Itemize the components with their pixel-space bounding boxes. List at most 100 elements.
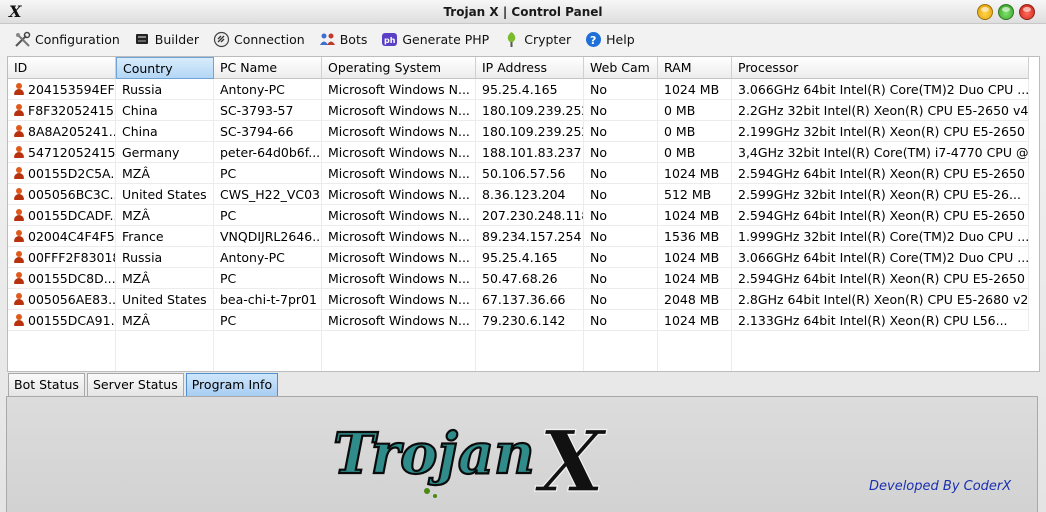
cell-web-cam: No xyxy=(584,226,658,247)
cell-ip-address: 8.36.123.204 xyxy=(476,184,584,205)
menu-configuration[interactable]: Configuration xyxy=(12,27,128,51)
bots-grid[interactable]: ID Country PC Name Operating System IP Addre… xyxy=(7,56,1040,372)
cell-ram: 1024 MB xyxy=(658,163,732,184)
column-header-country[interactable]: Country xyxy=(116,57,214,79)
cell-processor: 2.199GHz 32bit Intel(R) Xeon(R) CPU E5-2… xyxy=(732,121,1029,142)
cell-processor: 2.2GHz 32bit Intel(R) Xeon(R) CPU E5-265… xyxy=(732,100,1029,121)
cell-ip-address: 180.109.239.252 xyxy=(476,100,584,121)
cell-country: MZÂ xyxy=(116,205,214,226)
minimize-button[interactable] xyxy=(977,4,993,20)
cell-id-text: 005056AE83... xyxy=(28,292,116,307)
cell-id-text: 204153594EFF xyxy=(28,82,116,97)
cell-id: 005056BC3C... xyxy=(8,184,116,205)
cell-ram: 0 MB xyxy=(658,121,732,142)
cell-country: United States xyxy=(116,184,214,205)
table-row[interactable]: 00FFF2F83018 Russia Antony-PC Microsoft Win… xyxy=(8,247,1039,268)
trojan-x-logo: Trojan X xyxy=(332,411,608,503)
table-row[interactable]: 00155DCA91... MZÂ PC Microsoft Windows N...… xyxy=(8,310,1039,331)
cell-operating-system: Microsoft Windows N... xyxy=(322,310,476,331)
developer-credit: Developed By CoderX xyxy=(869,479,1012,494)
cell-processor: 2.594GHz 64bit Intel(R) Xeon(R) CPU E5-2… xyxy=(732,205,1029,226)
menu-bar: Configuration Builder Connection Bots ph… xyxy=(0,25,1046,53)
menu-bots-label: Bots xyxy=(339,31,368,47)
table-row[interactable]: 00155DC8D... MZÂ PC Microsoft Windows N... 5… xyxy=(8,268,1039,289)
menu-crypter[interactable]: Crypter xyxy=(501,27,579,51)
cell-id-text: 547120524153 xyxy=(28,145,116,160)
table-row[interactable]: F8F320524153 China SC-3793-57 Microsoft Win… xyxy=(8,100,1039,121)
cell-ram: 1024 MB xyxy=(658,79,732,100)
cell-id: 00155DCA91... xyxy=(8,310,116,331)
cell-ram: 1024 MB xyxy=(658,247,732,268)
bots-icon xyxy=(319,31,336,48)
column-header-pc-name[interactable]: PC Name xyxy=(214,57,322,79)
bot-user-icon xyxy=(14,104,24,116)
cell-ip-address: 67.137.36.66 xyxy=(476,289,584,310)
cell-ram: 0 MB xyxy=(658,142,732,163)
column-header-operating-system[interactable]: Operating System xyxy=(322,57,476,79)
menu-help-label: Help xyxy=(606,31,635,47)
cell-operating-system: Microsoft Windows N... xyxy=(322,268,476,289)
column-header-web-cam[interactable]: Web Cam xyxy=(584,57,658,79)
svg-text:?: ? xyxy=(590,34,596,47)
cell-operating-system: Microsoft Windows N... xyxy=(322,100,476,121)
tab-server-status[interactable]: Server Status xyxy=(86,373,184,396)
table-row[interactable]: 02004C4F4F50 France VNQDIJRL2646... Microso… xyxy=(8,226,1039,247)
menu-configuration-label: Configuration xyxy=(35,31,120,47)
menu-generate-php[interactable]: ph Generate PHP xyxy=(379,27,497,51)
column-header-ip-address[interactable]: IP Address xyxy=(476,57,584,79)
cell-operating-system: Microsoft Windows N... xyxy=(322,205,476,226)
maximize-button[interactable] xyxy=(998,4,1014,20)
cell-processor: 2.594GHz 64bit Intel(R) Xeon(R) CPU E5-2… xyxy=(732,163,1029,184)
crypter-icon xyxy=(503,31,520,48)
cell-id: 204153594EFF xyxy=(8,79,116,100)
menu-help[interactable]: ? Help xyxy=(583,27,643,51)
cell-country: France xyxy=(116,226,214,247)
cell-web-cam: No xyxy=(584,247,658,268)
menu-crypter-label: Crypter xyxy=(524,31,572,47)
cell-ip-address: 95.25.4.165 xyxy=(476,247,584,268)
table-row[interactable]: 8A8A205241... China SC-3794-66 Microsoft Wi… xyxy=(8,121,1039,142)
cell-ram: 1024 MB xyxy=(658,205,732,226)
menu-builder[interactable]: Builder xyxy=(132,27,207,51)
cell-ip-address: 50.47.68.26 xyxy=(476,268,584,289)
cell-pc-name: PC xyxy=(214,268,322,289)
table-row[interactable]: 005056AE83... United States bea-chi-t-7pr0… xyxy=(8,289,1039,310)
close-button[interactable] xyxy=(1019,4,1035,20)
table-row[interactable]: 204153594EFF Russia Antony-PC Microsoft Win… xyxy=(8,79,1039,100)
bot-user-icon xyxy=(14,167,24,179)
cell-ram: 512 MB xyxy=(658,184,732,205)
tab-bot-status[interactable]: Bot Status xyxy=(8,373,85,396)
cell-id-text: 00FFF2F83018 xyxy=(28,250,116,265)
cell-country: MZÂ xyxy=(116,163,214,184)
cell-operating-system: Microsoft Windows N... xyxy=(322,121,476,142)
cell-country: China xyxy=(116,100,214,121)
tab-strip: Bot Status Server Status Program Info xyxy=(8,373,280,397)
cell-processor: 3,4GHz 32bit Intel(R) Core(TM) i7-4770 C… xyxy=(732,142,1029,163)
bot-user-icon xyxy=(14,125,24,137)
cell-id: 547120524153 xyxy=(8,142,116,163)
cell-id-text: 02004C4F4F50 xyxy=(28,229,116,244)
cell-web-cam: No xyxy=(584,184,658,205)
cell-id: 02004C4F4F50 xyxy=(8,226,116,247)
menu-builder-label: Builder xyxy=(154,31,199,47)
table-row[interactable]: 00155DCADF... MZÂ PC Microsoft Windows N...… xyxy=(8,205,1039,226)
cell-web-cam: No xyxy=(584,268,658,289)
cell-processor: 3.066GHz 64bit Intel(R) Core(TM)2 Duo CP… xyxy=(732,79,1029,100)
main-window: X Trojan X | Control Panel Configuration… xyxy=(0,0,1046,512)
column-header-processor[interactable]: Processor xyxy=(732,57,1029,79)
menu-bots[interactable]: Bots xyxy=(317,27,376,51)
bot-user-icon xyxy=(14,230,24,242)
column-header-id[interactable]: ID xyxy=(8,57,116,79)
table-row[interactable]: 547120524153 Germany peter-64d0b6f... Micro… xyxy=(8,142,1039,163)
cell-id-text: 00155DC8D... xyxy=(28,271,116,286)
cell-country: China xyxy=(116,121,214,142)
bot-user-icon xyxy=(14,293,24,305)
table-row[interactable]: 005056BC3C... United States CWS_H22_VC03 Mi… xyxy=(8,184,1039,205)
tab-program-info[interactable]: Program Info xyxy=(185,373,279,396)
column-header-ram[interactable]: RAM xyxy=(658,57,732,79)
cell-processor: 2.599GHz 32bit Intel(R) Xeon(R) CPU E5-2… xyxy=(732,184,1029,205)
menu-connection[interactable]: Connection xyxy=(211,27,313,51)
table-row[interactable]: 00155D2C5A... MZÂ PC Microsoft Windows N...… xyxy=(8,163,1039,184)
program-info-panel: Trojan X Developed By CoderX xyxy=(6,396,1038,512)
title-bar[interactable]: X Trojan X | Control Panel xyxy=(0,0,1046,24)
